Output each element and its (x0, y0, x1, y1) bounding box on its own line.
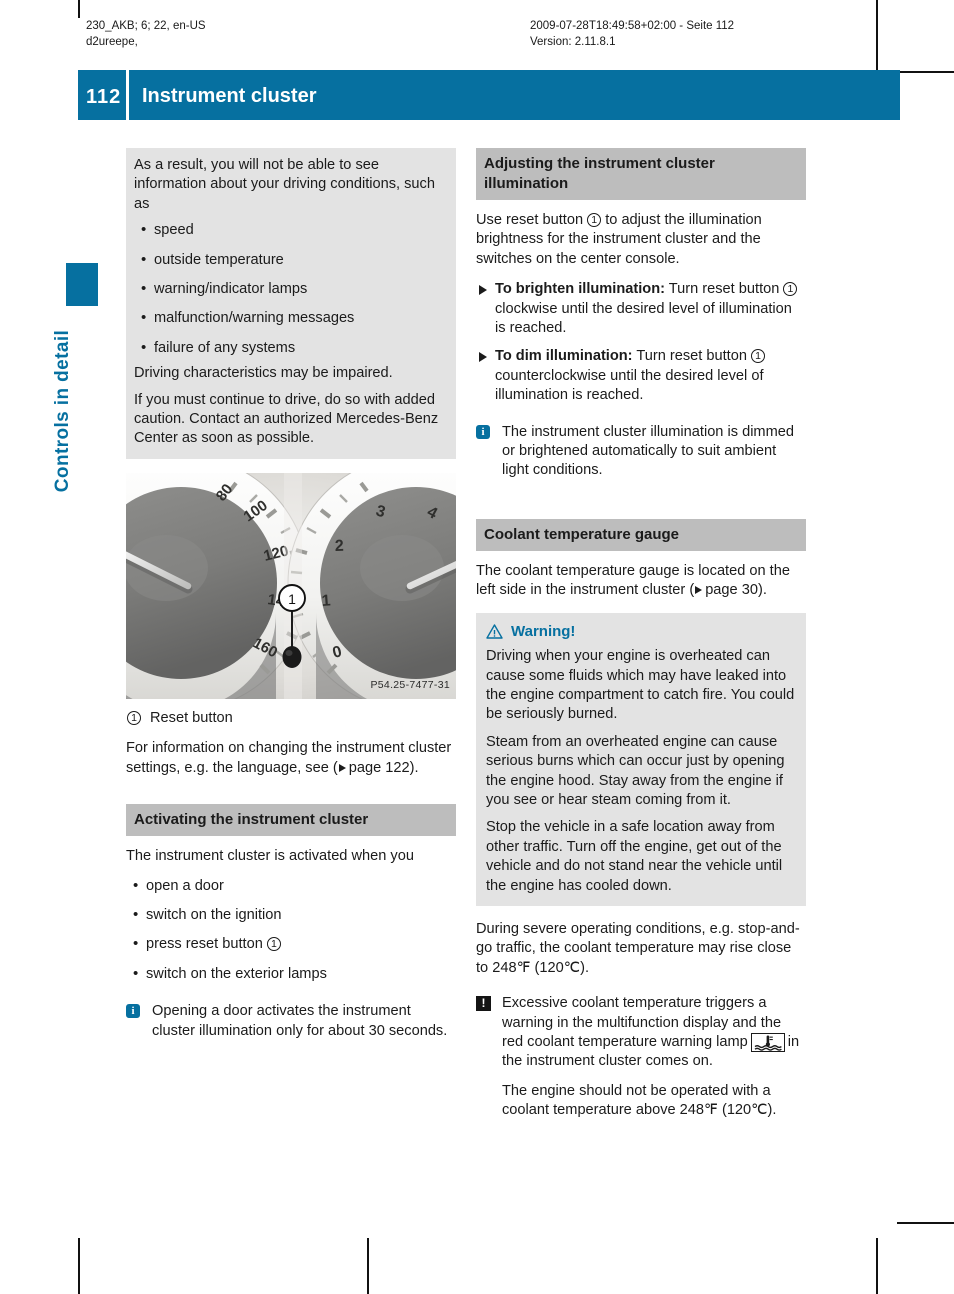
coolant-warning-header: Warning! (486, 622, 796, 641)
manual-page: 230_AKB; 6; 22, en-US d2ureepe, 2009-07-… (0, 0, 954, 1294)
section-heading-coolant: Coolant temperature gauge (476, 518, 806, 551)
section-heading-adjusting: Adjusting the instrument cluster illumin… (476, 148, 806, 200)
continued-warning-para-2: If you must continue to drive, do so wit… (134, 391, 439, 447)
right-column: Adjusting the instrument cluster illumin… (476, 148, 806, 1130)
coolant-temperature-lamp-icon (750, 1033, 785, 1052)
callout-number: 1 (587, 213, 602, 227)
coolant-warning-box: Warning! Driving when your engine is ove… (476, 612, 806, 906)
section-heading-activating: Activating the instrument cluster (126, 804, 456, 837)
svg-text:1: 1 (321, 592, 331, 610)
procedure-step-brighten-label: To brighten illumination: (495, 281, 665, 298)
exclamation-box-icon: ! (476, 996, 491, 1012)
list-item: switch on the exterior lamps (126, 964, 456, 984)
crop-mark-bottom-right (897, 1222, 954, 1224)
coolant-severe-conditions-paragraph: During severe operating conditions, e.g.… (476, 920, 800, 976)
procedure-step-brighten-text-b: clockwise until the desired level of ill… (495, 300, 792, 337)
crop-mark-left-upper (78, 0, 80, 18)
list-item-label: press reset button (146, 936, 263, 953)
callout-number: 1 (266, 937, 281, 952)
coolant-intro-b: ). (757, 582, 767, 599)
coolant-intro-page: page 30 (705, 582, 758, 599)
info-icon: i (476, 424, 490, 439)
coolant-closing-paragraph: The engine should not be operated with a… (502, 1082, 777, 1119)
svg-text:2: 2 (335, 538, 345, 555)
crop-mark-top-right (897, 71, 954, 73)
callout-number: 1 (751, 349, 765, 364)
continued-warning-block: As a result, you will not be able to see… (126, 148, 456, 459)
procedure-step-dim-text-a: Turn reset button (636, 348, 747, 365)
coolant-caution-text-a: Excessive coolant temperature triggers a… (502, 995, 782, 1050)
page-title: Instrument cluster (142, 85, 317, 107)
page-reference-arrow-icon (695, 586, 703, 595)
callout-number: 1 (127, 710, 141, 725)
activation-trigger-list: open a door switch on the ignition press… (126, 875, 456, 985)
info-icon: i (126, 1004, 140, 1019)
figure-image-id: P54.25-7477-31 (370, 679, 450, 692)
coolant-warning-para-2: Steam from an overheated engine can caus… (486, 733, 785, 808)
procedure-step-dim: To dim illumination: Turn reset button 1… (476, 347, 806, 405)
crop-mark-right-upper (876, 0, 878, 70)
list-item: speed (134, 220, 446, 240)
driving-conditions-list: speed outside temperature warning/indica… (134, 220, 446, 358)
page-reference-arrow-icon (338, 763, 346, 772)
procedure-step-brighten-text-a: Turn reset button (668, 281, 780, 298)
continued-warning-intro: As a result, you will not be able to see… (134, 157, 435, 212)
print-meta-version: Version: 2.11.8.1 (530, 36, 616, 48)
list-item: failure of any systems (134, 338, 446, 358)
crop-mark-right-lower (876, 1238, 878, 1294)
print-meta-right: 2009-07-28T18:49:58+02:00 - Seite 112 Ve… (530, 18, 734, 50)
continued-warning-para-1: Driving characteristics may be impaired. (134, 365, 393, 382)
settings-reference-paragraph: For information on changing the instrume… (126, 739, 456, 778)
print-meta-left: 230_AKB; 6; 22, en-US d2ureepe, (86, 18, 206, 50)
crop-mark-center-lower (367, 1238, 369, 1294)
procedure-step-dim-label: To dim illumination: (495, 348, 633, 365)
list-item: warning/indicator lamps (134, 279, 446, 299)
coolant-intro: The coolant temperature gauge is located… (476, 562, 806, 601)
adjusting-lead: Use reset button 1 to adjust the illumin… (476, 211, 806, 269)
left-column: As a result, you will not be able to see… (126, 148, 456, 1053)
header-divider (126, 70, 129, 120)
coolant-caution-note: ! Excessive coolant temperature triggers… (476, 994, 806, 1072)
svg-text:1: 1 (288, 591, 296, 607)
procedure-step-brighten: To brighten illumination: Turn reset but… (476, 280, 806, 338)
chapter-tab-label: Controls in detail (52, 329, 73, 493)
adjusting-info-note-text: The instrument cluster illumination is d… (502, 423, 794, 479)
settings-reference-page: page 122 (348, 759, 410, 776)
activating-lead: The instrument cluster is activated when… (126, 848, 414, 865)
adjusting-info-note: i The instrument cluster illumination is… (476, 423, 806, 481)
list-item: outside temperature (134, 250, 446, 270)
instrument-cluster-illustration: 80 100 120 140 160 (126, 472, 456, 699)
crop-mark-left-lower (78, 1238, 80, 1294)
print-meta: 230_AKB; 6; 22, en-US d2ureepe, 2009-07-… (0, 18, 954, 62)
activating-info-note: i Opening a door activates the instrumen… (126, 1002, 456, 1041)
warning-triangle-icon (486, 624, 503, 639)
page-number: 112 (86, 86, 122, 108)
adjusting-lead-a: Use reset button (476, 212, 584, 228)
list-item: switch on the ignition (126, 905, 456, 925)
list-item: press reset button 1 (126, 934, 456, 954)
activating-info-note-text: Opening a door activates the instrument … (152, 1003, 448, 1039)
list-item: open a door (126, 875, 456, 896)
figure-legend-item: 1 Reset button (126, 709, 456, 728)
procedure-step-dim-text-b: counterclockwise until the desired level… (495, 367, 764, 404)
settings-reference-tail: ). (409, 759, 419, 776)
coolant-warning-para-3: Stop the vehicle in a safe location away… (486, 819, 783, 894)
print-meta-job: 230_AKB; 6; 22, en-US (86, 20, 206, 32)
print-meta-user: d2ureepe, (86, 36, 138, 48)
coolant-warning-title: Warning! (511, 622, 576, 640)
instrument-cluster-figure: 80 100 120 140 160 (126, 472, 456, 699)
coolant-warning-para-1: Driving when your engine is overheated c… (486, 648, 795, 723)
list-item: malfunction/warning messages (134, 308, 446, 328)
callout-number: 1 (783, 282, 798, 297)
figure-legend-text: Reset button (150, 709, 233, 726)
print-meta-timestamp: 2009-07-28T18:49:58+02:00 - Seite 112 (530, 20, 735, 32)
